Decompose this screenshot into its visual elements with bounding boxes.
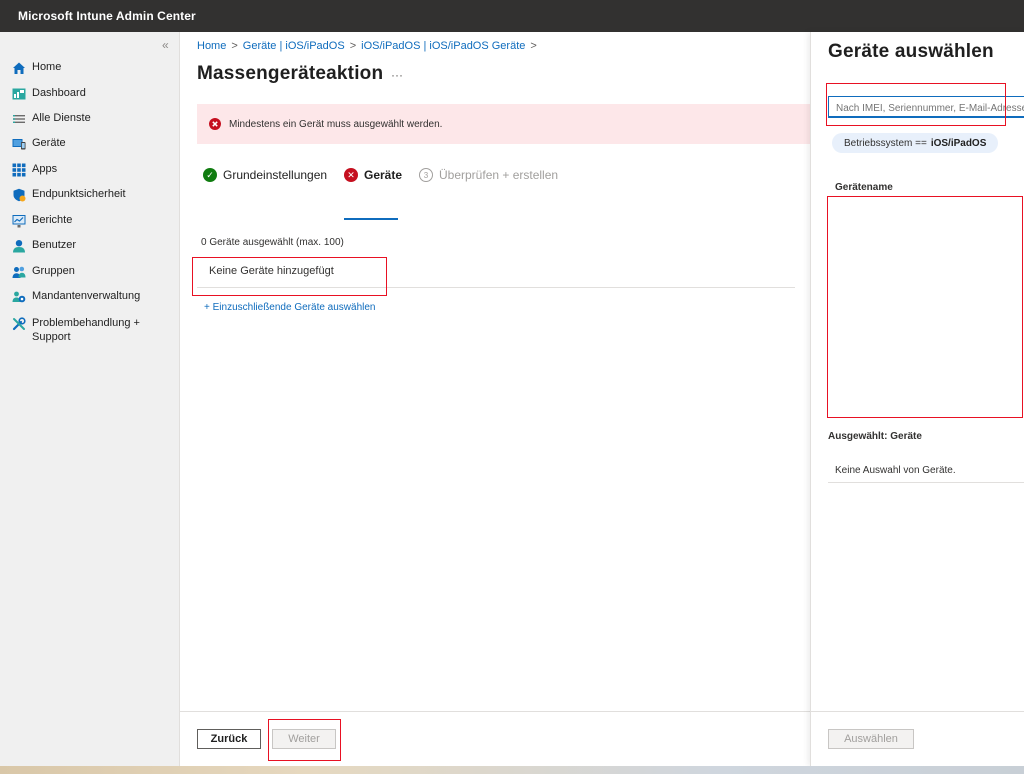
- user-icon: [12, 239, 26, 253]
- sidebar-item-mandantenverwaltung[interactable]: Mandantenverwaltung: [12, 289, 140, 309]
- select-button[interactable]: Auswählen: [828, 729, 914, 749]
- device-search-input[interactable]: [828, 96, 1024, 118]
- home-icon: [12, 61, 26, 75]
- error-message: Mindestens ein Gerät muss ausgewählt wer…: [229, 119, 443, 130]
- wizard-footer: Zurück Weiter: [180, 711, 810, 766]
- breadcrumb: Home > Geräte | iOS/iPadOS > iOS/iPadOS | iO…: [197, 40, 542, 52]
- breadcrumb-devices-ios[interactable]: Geräte | iOS/iPadOS: [243, 40, 345, 52]
- select-devices-panel: Geräte auswählen Betriebssystem == iOS/i…: [810, 32, 1024, 766]
- step-label: Überprüfen + erstellen: [439, 168, 559, 182]
- error-icon: ✕: [344, 168, 358, 182]
- sidebar-item-label: Benutzer: [32, 239, 77, 251]
- error-icon: [209, 118, 221, 133]
- app-header: Microsoft Intune Admin Center: [0, 0, 1024, 32]
- step-number-icon: 3: [419, 168, 433, 182]
- tools-icon: [12, 317, 26, 331]
- shield-icon: [12, 188, 26, 202]
- divider: [828, 482, 1024, 483]
- empty-devices-message: Keine Geräte hinzugefügt: [209, 265, 334, 277]
- breadcrumb-home[interactable]: Home: [197, 40, 226, 52]
- sidebar-item-endpunktsicherheit[interactable]: Endpunktsicherheit: [12, 187, 126, 207]
- reports-icon: [12, 214, 26, 228]
- group-icon: [12, 265, 26, 279]
- next-button[interactable]: Weiter: [272, 729, 336, 749]
- no-selection-message: Keine Auswahl von Geräte.: [835, 465, 956, 476]
- sidebar-item-label: Mandantenverwaltung: [32, 290, 141, 302]
- sidebar-item-label: Endpunktsicherheit: [32, 188, 126, 200]
- sidebar-item-dashboard[interactable]: Dashboard: [12, 86, 86, 106]
- sidebar-item-label: Dashboard: [32, 87, 86, 99]
- sidebar-item-apps[interactable]: Apps: [12, 162, 57, 182]
- sidebar-item-geraete[interactable]: Geräte: [12, 136, 66, 156]
- apps-grid-icon: [12, 163, 26, 177]
- app-title: Microsoft Intune Admin Center: [18, 9, 196, 23]
- breadcrumb-separator: >: [530, 40, 537, 52]
- breadcrumb-separator: >: [349, 40, 357, 52]
- sidebar-item-label: Berichte: [32, 214, 73, 226]
- breadcrumb-separator: >: [231, 40, 238, 52]
- sidebar-item-gruppen[interactable]: Gruppen: [12, 264, 75, 284]
- sidebar-item-label: Apps: [32, 163, 58, 175]
- sidebar-item-alle-dienste[interactable]: Alle Dienste: [12, 111, 91, 131]
- divider: [197, 287, 795, 288]
- dashboard-icon: [12, 87, 26, 101]
- sidebar-item-berichte[interactable]: Berichte: [12, 213, 72, 233]
- panel-footer: Auswählen: [811, 711, 1024, 766]
- taskbar-strip: [0, 766, 1024, 774]
- sidebar-item-benutzer[interactable]: Benutzer: [12, 238, 76, 258]
- page-title: Massengeräteaktion: [197, 63, 384, 84]
- check-icon: ✓: [203, 168, 217, 182]
- filter-label: Betriebssystem ==: [844, 137, 927, 149]
- list-icon: [12, 112, 26, 126]
- more-options-icon[interactable]: ···: [391, 68, 403, 82]
- main-content: Home > Geräte | iOS/iPadOS > iOS/iPadOS | iO…: [180, 32, 810, 766]
- column-header-device-name[interactable]: Gerätename: [835, 182, 893, 193]
- active-step-indicator: [344, 218, 398, 220]
- step-grundeinstellungen[interactable]: ✓ Grundeinstellungen: [203, 168, 327, 182]
- sidebar-item-label: Gruppen: [32, 265, 75, 277]
- back-button[interactable]: Zurück: [197, 729, 261, 749]
- collapse-sidebar-icon[interactable]: «: [162, 38, 169, 52]
- devices-icon: [12, 137, 26, 151]
- sidebar-item-home[interactable]: Home: [12, 60, 61, 80]
- sidebar: « Home Dashboard Alle Dienste Geräte App…: [0, 32, 180, 766]
- sidebar-item-label: Home: [32, 61, 62, 73]
- step-geraete[interactable]: ✕ Geräte: [344, 168, 402, 182]
- error-banner: Mindestens ein Gerät muss ausgewählt wer…: [197, 104, 810, 144]
- step-ueberpruefen-erstellen[interactable]: 3 Überprüfen + erstellen: [419, 168, 558, 182]
- sidebar-item-label: Geräte: [32, 137, 66, 149]
- panel-title: Geräte auswählen: [828, 41, 994, 62]
- sidebar-item-problembehandlung[interactable]: Problembehandlung + Support: [12, 316, 140, 346]
- selected-count: 0 Geräte ausgewählt (max. 100): [201, 237, 344, 248]
- breadcrumb-ios-devices[interactable]: iOS/iPadOS | iOS/iPadOS Geräte: [361, 40, 525, 52]
- filter-value: iOS/iPadOS: [930, 137, 987, 149]
- selected-devices-header: Ausgewählt: Geräte: [828, 431, 922, 442]
- add-devices-link[interactable]: + Einzuschließende Geräte auswählen: [204, 302, 376, 313]
- step-label: Grundeinstellungen: [223, 168, 328, 182]
- sidebar-item-label: Problembehandlung + Support: [32, 317, 140, 343]
- os-filter-pill[interactable]: Betriebssystem == iOS/iPadOS: [832, 133, 999, 153]
- sidebar-item-label: Alle Dienste: [32, 112, 91, 124]
- tenant-icon: [12, 290, 26, 304]
- step-label: Geräte: [364, 168, 403, 182]
